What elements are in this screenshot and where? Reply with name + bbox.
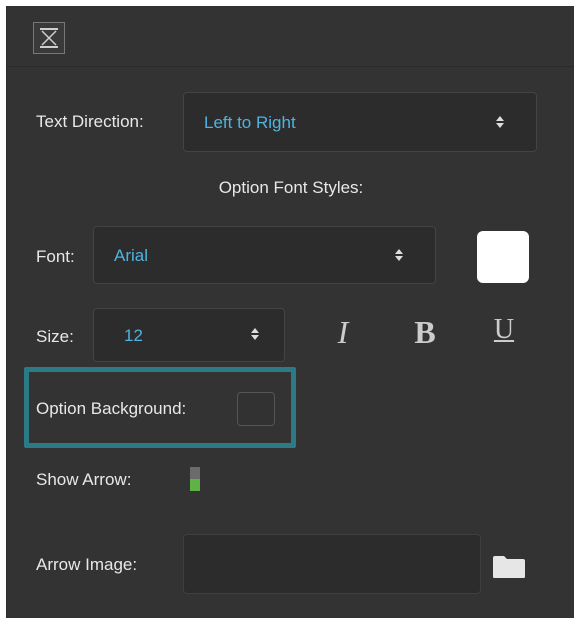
folder-icon[interactable] [493, 555, 525, 584]
size-label: Size: [36, 327, 74, 346]
underline-button[interactable]: U [484, 314, 524, 346]
size-select[interactable]: 12 [93, 308, 285, 362]
font-value: Arial [114, 246, 149, 265]
font-select[interactable]: Arial [93, 226, 436, 284]
toggle-off-segment [190, 467, 200, 479]
text-direction-select[interactable]: Left to Right [183, 92, 537, 152]
option-background-label: Option Background: [36, 399, 187, 418]
close-icon [40, 28, 58, 48]
select-updown-icon [395, 249, 403, 261]
text-direction-label: Text Direction: [36, 112, 144, 131]
italic-button[interactable]: I [323, 314, 363, 351]
option-font-styles-heading: Option Font Styles: [218, 178, 364, 197]
close-button[interactable] [33, 22, 65, 54]
select-updown-icon [251, 328, 259, 340]
font-label: Font: [36, 247, 75, 266]
option-background-swatch[interactable] [237, 392, 275, 426]
properties-panel: Text Direction: Left to Right Option Fon… [6, 6, 574, 618]
font-color-swatch[interactable] [477, 231, 529, 283]
size-value: 12 [124, 326, 143, 345]
text-direction-value: Left to Right [204, 113, 296, 132]
select-updown-icon [496, 116, 504, 128]
arrow-image-input[interactable] [183, 534, 481, 594]
header-divider [7, 66, 574, 67]
toggle-on-segment [190, 479, 200, 491]
show-arrow-toggle[interactable] [190, 467, 200, 491]
bold-button[interactable]: B [405, 314, 445, 351]
show-arrow-label: Show Arrow: [36, 470, 132, 489]
arrow-image-label: Arrow Image: [36, 555, 138, 574]
